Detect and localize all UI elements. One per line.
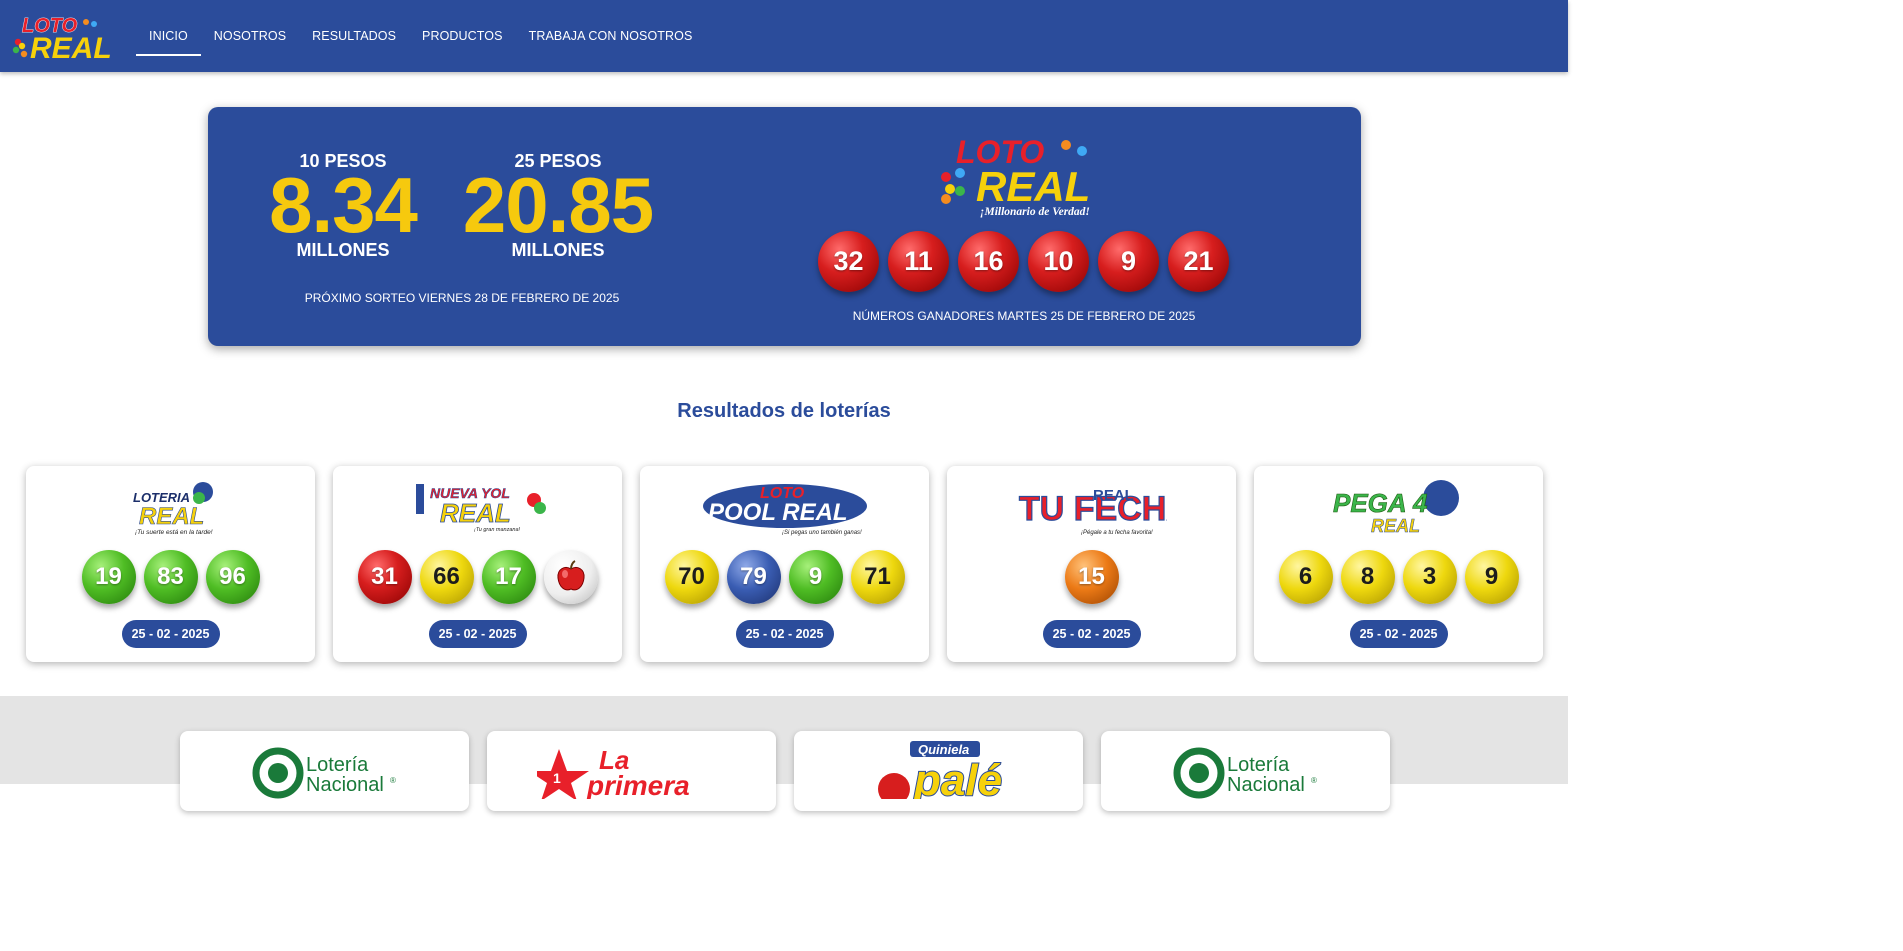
top-navbar: LOTO REAL INICIO NOSOTROS RESULTADOS PRO… [0,0,1568,72]
svg-text:¡Pégale a tu fecha favorita!: ¡Pégale a tu fecha favorita! [1081,530,1153,536]
result-balls: 70 79 9 71 [640,550,929,604]
nav-links: INICIO NOSOTROS RESULTADOS PRODUCTOS TRA… [136,0,705,56]
loto-pool-real-logo: LOTO POOL REAL ¡Si pegas uno también gan… [702,484,867,536]
svg-text:Quiniela: Quiniela [918,742,969,757]
result-ball: 66 [419,550,474,604]
lottery-card-loteria-nacional-2[interactable]: Lotería Nacional ® [1101,731,1390,811]
svg-text:¡Tu suerte está en la tarde!: ¡Tu suerte está en la tarde! [135,529,213,536]
results-cards: LOTERIA REAL ¡Tu suerte está en la tarde… [26,466,1543,662]
result-card-pega-4-real[interactable]: PEGA 4 REAL 6 8 3 9 25 - 02 - 2025 [1254,466,1543,662]
prize-25-pesos: 25 PESOS 20.85 MILLONES [452,151,664,261]
result-ball: 31 [357,550,412,604]
lottery-card-la-primera[interactable]: 1 La primera [487,731,776,811]
result-balls: 6 8 3 9 [1254,550,1543,604]
result-ball: 83 [143,550,198,604]
svg-text:®: ® [390,776,396,785]
result-ball: 15 [1064,550,1119,604]
nav-link-trabaja[interactable]: TRABAJA CON NOSOTROS [516,0,706,56]
result-ball: 17 [481,550,536,604]
svg-text:PEGA 4: PEGA 4 [1333,488,1428,518]
next-draw-text: PRÓXIMO SORTEO VIERNES 28 DE FEBRERO DE … [304,291,620,305]
nav-link-productos[interactable]: PRODUCTOS [409,0,516,56]
svg-text:POOL REAL: POOL REAL [708,499,848,526]
svg-text:¡Tu gran manzana!: ¡Tu gran manzana! [474,527,521,533]
svg-text:Lotería: Lotería [1227,754,1290,776]
result-ball: 70 [664,550,719,604]
jackpot-banner: 10 PESOS 8.34 MILLONES 25 PESOS 20.85 MI… [208,107,1361,346]
loto-real-banner-logo: LOTO REAL ¡Millonario de Verdad! [941,134,1090,218]
svg-text:Nacional: Nacional [1227,774,1305,796]
lottery-card-quiniela-pale[interactable]: Quiniela palé [794,731,1083,811]
svg-text:Nacional: Nacional [306,774,384,796]
result-ball: 9 [788,550,843,604]
result-ball: 71 [850,550,905,604]
loteria-real-logo: LOTERIA REAL ¡Tu suerte está en la tarde… [133,482,213,536]
svg-text:1: 1 [553,770,561,786]
lottery-card-loteria-nacional[interactable]: Lotería Nacional ® [180,731,469,811]
loteria-nacional-logo: Lotería Nacional ® [1173,747,1317,799]
result-date-badge: 25 - 02 - 2025 [1349,620,1448,648]
result-ball: 19 [81,550,136,604]
winning-ball: 32 [818,231,879,292]
tu-fecha-real-logo: TU FECHA REAL ¡Pégale a tu fecha favorit… [1018,487,1167,536]
svg-text:REAL: REAL [1371,516,1420,536]
results-section-title: Resultados de loterías [677,400,891,422]
result-card-loto-pool-real[interactable]: LOTO POOL REAL ¡Si pegas uno también gan… [640,466,929,662]
svg-text:REAL: REAL [1093,487,1134,504]
svg-text:Lotería: Lotería [306,754,369,776]
logo-word2: REAL [30,32,112,62]
result-ball: 8 [1340,550,1395,604]
result-ball: 3 [1402,550,1457,604]
svg-text:®: ® [1311,776,1317,785]
nav-link-resultados[interactable]: RESULTADOS [299,0,409,56]
pega-4-real-logo: PEGA 4 REAL [1332,480,1459,536]
la-primera-logo: 1 La primera [536,745,690,799]
winners-date-text: NÚMEROS GANADORES MARTES 25 DE FEBRERO D… [852,309,1196,323]
nav-link-nosotros[interactable]: NOSOTROS [201,0,299,56]
winning-ball: 21 [1168,231,1229,292]
result-date-badge: 25 - 02 - 2025 [121,620,220,648]
svg-text:REAL: REAL [139,503,204,530]
result-date-badge: 25 - 02 - 2025 [1042,620,1141,648]
banner-logo-word2: REAL [976,163,1090,210]
result-balls: 19 83 96 [26,550,315,604]
result-balls: 15 [947,550,1236,604]
quiniela-pale-logo: Quiniela palé [877,741,1003,799]
nueva-yol-real-logo: NUEVA YOL REAL ¡Tu gran manzana! [415,484,546,533]
svg-text:primera: primera [586,770,690,799]
nav-link-inicio[interactable]: INICIO [136,0,201,56]
banner-logo-tagline: ¡Millonario de Verdad! [980,206,1090,218]
winning-numbers: 32 11 16 10 9 21 [818,231,1229,292]
winning-ball: 16 [958,231,1019,292]
svg-text:REAL: REAL [440,498,511,528]
winning-ball: 11 [888,231,949,292]
winning-ball: 10 [1028,231,1089,292]
result-ball: 9 [1464,550,1519,604]
prize-amount: 8.34 [269,161,418,249]
svg-text:¡Si pegas uno también ganas!: ¡Si pegas uno también ganas! [782,530,862,536]
result-date-badge: 25 - 02 - 2025 [428,620,527,648]
winning-ball: 9 [1098,231,1159,292]
result-card-loteria-real[interactable]: LOTERIA REAL ¡Tu suerte está en la tarde… [26,466,315,662]
result-ball: 6 [1278,550,1333,604]
svg-text:palé: palé [913,756,1002,799]
result-date-badge: 25 - 02 - 2025 [735,620,834,648]
result-card-nueva-yol-real[interactable]: NUEVA YOL REAL ¡Tu gran manzana! 31 66 1… [333,466,622,662]
result-ball: 79 [726,550,781,604]
result-ball: 96 [205,550,260,604]
loto-real-logo[interactable]: LOTO REAL [10,10,126,62]
prize-10-pesos: 10 PESOS 8.34 MILLONES [258,151,428,261]
result-card-tu-fecha-real[interactable]: TU FECHA REAL ¡Pégale a tu fecha favorit… [947,466,1236,662]
result-balls: 31 66 17 [333,550,622,604]
prize-amount: 20.85 [462,161,654,249]
apple-icon [556,560,585,591]
apple-ball [543,550,598,604]
other-lotteries-section: Lotería Nacional ® 1 La primera Quiniela… [0,696,1568,811]
other-lotteries-cards: Lotería Nacional ® 1 La primera Quiniela… [180,731,1390,811]
loteria-nacional-logo: Lotería Nacional ® [252,747,396,799]
